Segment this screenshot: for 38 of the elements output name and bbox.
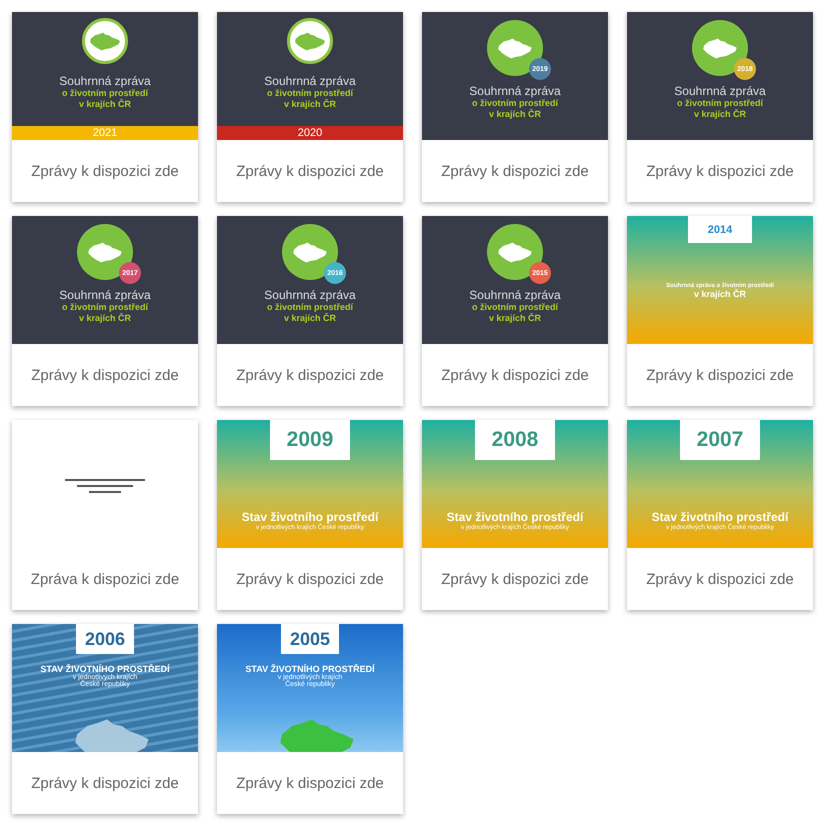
cover-title: Stav životního prostředí [446, 510, 584, 524]
cover-subtitle: o životním prostředí v krajích ČR [266, 88, 353, 110]
cover-title: Souhrnná zpráva [264, 288, 356, 302]
cover-subtitle: o životním prostředí v krajích ČR [676, 98, 763, 120]
cover-subtitle: o životním prostředí v krajích ČR [266, 302, 353, 324]
map-emblem-icon [82, 18, 128, 64]
map-emblem-icon [287, 18, 333, 64]
cover-title: STAV ŽIVOTNÍHO PROSTŘEDÍ [245, 664, 375, 674]
report-link[interactable]: Zprávy k dispozici zde [646, 162, 794, 180]
cover-title: STAV ŽIVOTNÍHO PROSTŘEDÍ [40, 664, 170, 674]
cover-title: Stav životního prostředí [242, 510, 378, 524]
cover-title: Souhrnná zpráva [264, 74, 356, 88]
report-link[interactable]: Zprávy k dispozici zde [441, 162, 589, 180]
cover-subtitle: v krajích ČR [694, 289, 746, 299]
cover-subtitle: o životním prostředí v krajích ČR [62, 302, 148, 324]
year-band: 2021 [12, 126, 198, 140]
cover-title: Stav životního prostředí [652, 510, 788, 524]
report-link[interactable]: Zpráva k dispozici zde [30, 570, 180, 588]
report-link[interactable]: Zprávy k dispozici zde [31, 774, 179, 792]
cover-subtitle: o životním prostředí v krajích ČR [472, 98, 558, 120]
report-link[interactable]: Zprávy k dispozici zde [441, 570, 589, 588]
report-link[interactable]: Zprávy k dispozici zde [441, 366, 589, 384]
cover-subtitle: o životním prostředí v krajích ČR [62, 88, 148, 110]
report-link[interactable]: Zprávy k dispozici zde [236, 162, 384, 180]
cover-title: Souhrnná zpráva [674, 84, 766, 98]
cover-title: Souhrnná zpráva [59, 288, 151, 302]
cover-title: Souhrnná zpráva [469, 84, 561, 98]
cover-title: Souhrnná zpráva [469, 288, 561, 302]
cover-title: Souhrnná zpráva [59, 74, 151, 88]
report-link[interactable]: Zprávy k dispozici zde [646, 570, 794, 588]
report-link[interactable]: Zprávy k dispozici zde [236, 774, 384, 792]
report-link[interactable]: Zprávy k dispozici zde [236, 366, 384, 384]
report-link[interactable]: Zprávy k dispozici zde [646, 366, 794, 384]
report-link[interactable]: Zprávy k dispozici zde [31, 162, 179, 180]
report-link[interactable]: Zprávy k dispozici zde [31, 366, 179, 384]
cover-subtitle: o životním prostředí v krajích ČR [472, 302, 558, 324]
year-band: 2020 [217, 126, 403, 140]
report-link[interactable]: Zprávy k dispozici zde [236, 570, 384, 588]
